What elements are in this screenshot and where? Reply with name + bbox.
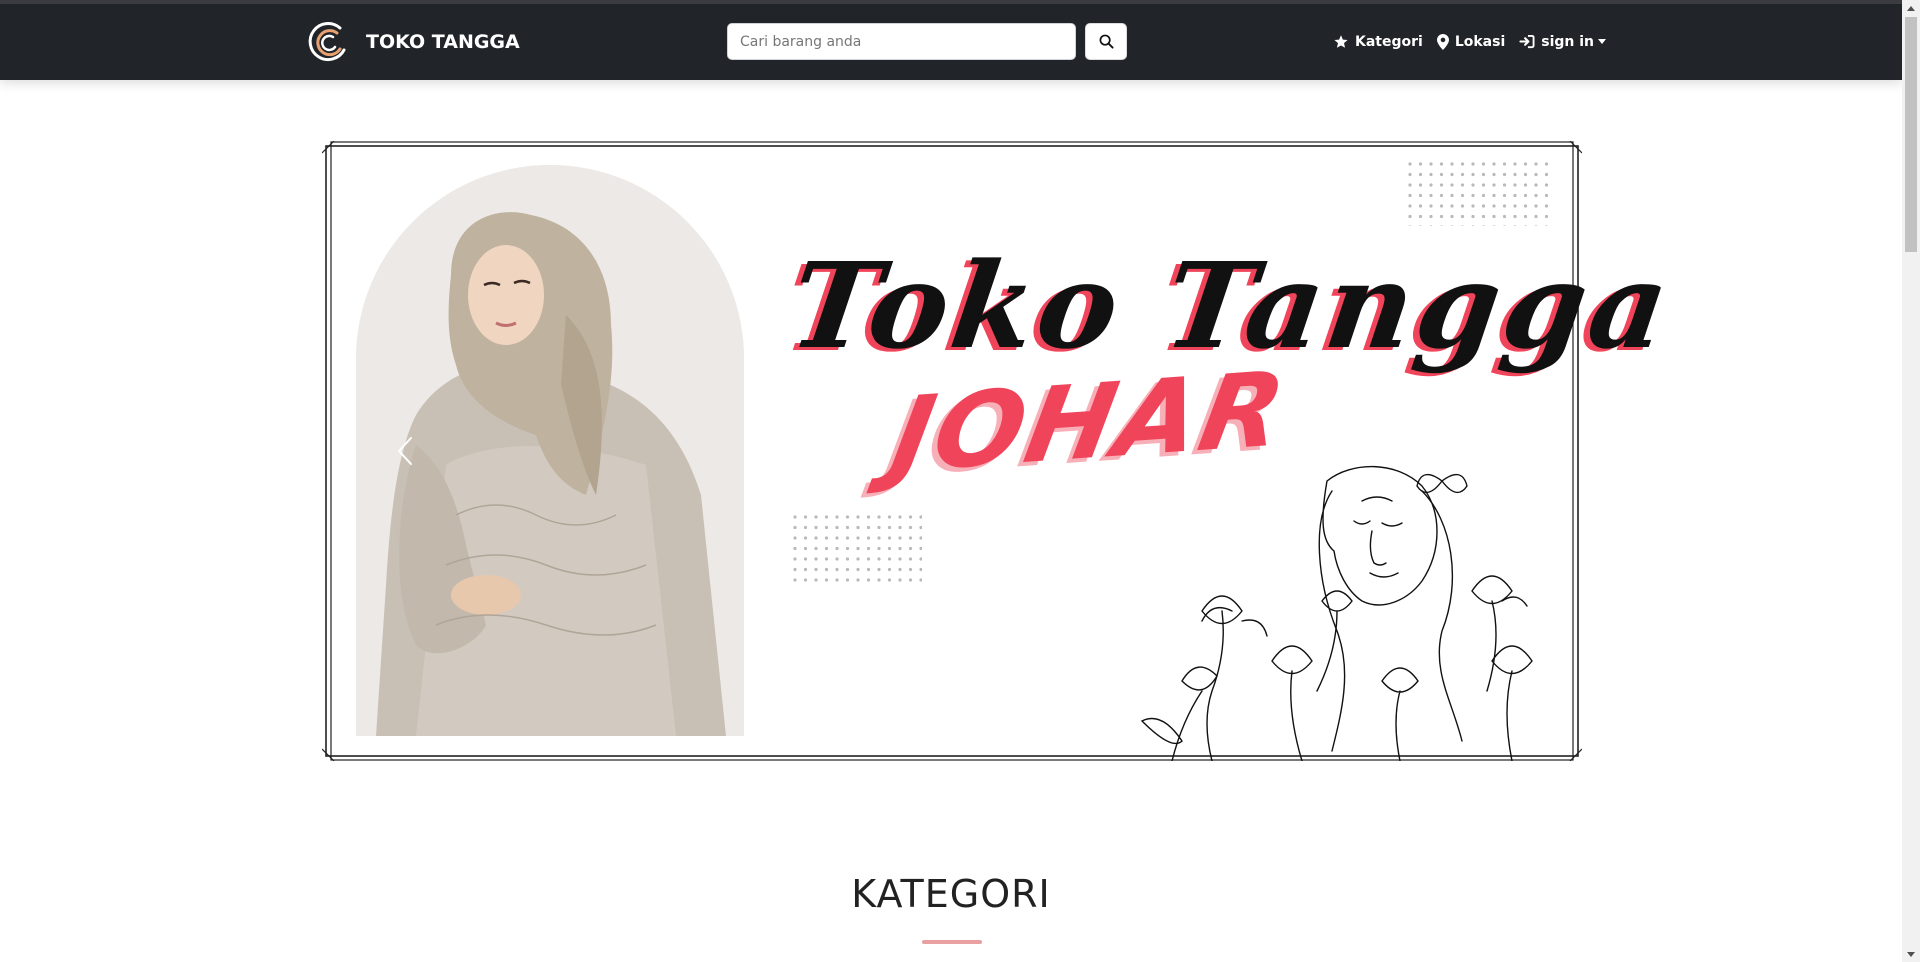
search-icon: [1099, 34, 1114, 49]
nav-kategori-label: Kategori: [1355, 33, 1423, 50]
section-title-underline: [922, 940, 982, 944]
vertical-scrollbar[interactable]: [1902, 0, 1920, 962]
hero-banner: Toko Tangga JOHAR: [322, 141, 1681, 761]
brand-logo-icon: [308, 22, 346, 61]
brand[interactable]: TOKO TANGGA: [304, 18, 520, 66]
scrollbar-thumb[interactable]: [1905, 17, 1917, 252]
map-pin-icon: [1436, 33, 1449, 50]
dot-pattern-middle: [792, 514, 922, 586]
nav-lokasi-label: Lokasi: [1454, 33, 1506, 50]
dot-pattern-top: [1407, 161, 1552, 226]
chevron-left-icon: [397, 437, 412, 465]
woman-flowers-line-art: [1140, 465, 1533, 761]
banner-title: Toko Tangga: [782, 236, 1681, 375]
nav-lokasi-link[interactable]: Lokasi: [1436, 33, 1506, 50]
caret-down-icon: [1598, 39, 1607, 44]
search-input[interactable]: [727, 23, 1076, 60]
scroll-up-arrow-icon[interactable]: [1902, 0, 1920, 16]
carousel-prev-button[interactable]: [390, 431, 420, 471]
nav-signin-label: sign in: [1541, 33, 1595, 50]
nav-links: Kategori Lokasi sign in: [1333, 23, 1620, 60]
scroll-down-arrow-icon[interactable]: [1902, 946, 1920, 962]
search-button[interactable]: [1085, 23, 1127, 60]
navbar: TOKO TANGGA Kategori Lokasi sign in: [0, 4, 1902, 80]
section-title-kategori: KATEGORI: [851, 872, 1051, 916]
nav-signin-dropdown[interactable]: sign in: [1519, 33, 1607, 50]
sign-in-icon: [1519, 34, 1535, 49]
nav-kategori-link[interactable]: Kategori: [1333, 34, 1423, 50]
star-icon: [1334, 35, 1348, 48]
brand-name: TOKO TANGGA: [366, 31, 520, 53]
